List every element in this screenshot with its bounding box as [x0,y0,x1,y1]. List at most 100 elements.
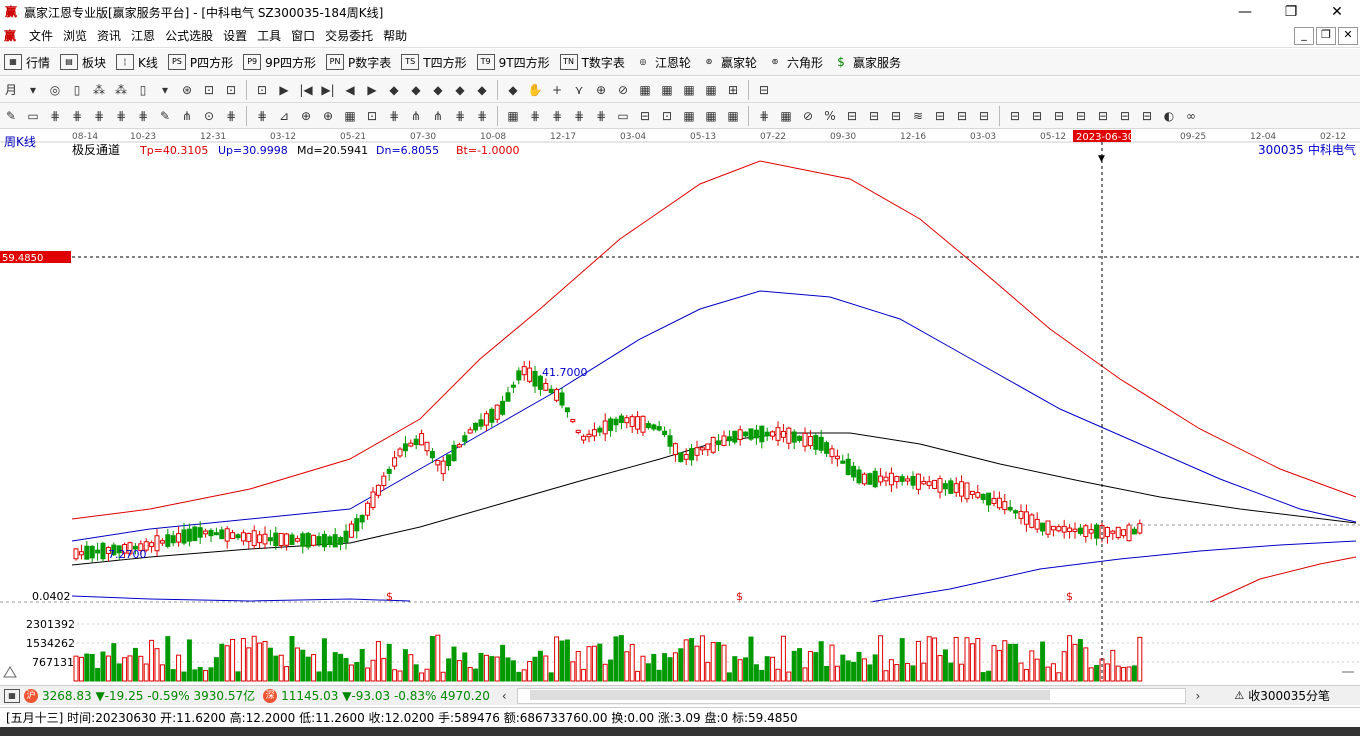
toolbar2-tool-48-icon[interactable]: ⊟ [1093,106,1113,126]
toolbar2-tool-20-icon[interactable]: ⋕ [450,106,470,126]
toolbar2-tool-44-icon[interactable]: ⊟ [1005,106,1025,126]
toolbar1-tool-8-icon[interactable]: ⊛ [177,80,197,100]
toolbar2-tool-50-icon[interactable]: ⊟ [1137,106,1157,126]
nav-t-square[interactable]: TS T四方形 [397,54,472,71]
toolbar2-tool-28-icon[interactable]: ⊟ [635,106,655,126]
toolbar2-tool-30-icon[interactable]: ▦ [679,106,699,126]
toolbar2-tool-16-icon[interactable]: ⊡ [362,106,382,126]
toolbar2-tool-23-icon[interactable]: ⋕ [525,106,545,126]
toolbar2-tool-1-icon[interactable]: ▭ [23,106,43,126]
toolbar1-tool-19-icon[interactable]: ◆ [428,80,448,100]
toolbar2-tool-26-icon[interactable]: ⋕ [591,106,611,126]
toolbar1-tool-26-icon[interactable]: ⊕ [591,80,611,100]
nav-hexagon[interactable]: ⊚ 六角形 [763,54,829,71]
mdi-close-icon[interactable]: ✕ [1338,26,1358,45]
toolbar2-tool-33-icon[interactable]: ⋕ [754,106,774,126]
toolbar2-tool-21-icon[interactable]: ⋕ [472,106,492,126]
toolbar2-tool-40-icon[interactable]: ≋ [908,106,928,126]
scroll-left-icon[interactable]: ‹ [498,689,511,703]
restore-icon[interactable]: ❐ [1268,0,1314,24]
toolbar2-tool-49-icon[interactable]: ⊟ [1115,106,1135,126]
menu-file[interactable]: 文件 [24,27,58,44]
toolbar2-tool-4-icon[interactable]: ⋕ [89,106,109,126]
toolbar2-tool-46-icon[interactable]: ⊟ [1049,106,1069,126]
toolbar1-tool-21-icon[interactable]: ◆ [472,80,492,100]
toolbar1-tool-13-icon[interactable]: |◀ [296,80,316,100]
menu-help[interactable]: 帮助 [378,27,412,44]
toolbar1-tool-12-icon[interactable]: ▶ [274,80,294,100]
toolbar1-tool-22-icon[interactable]: ◆ [503,80,523,100]
toolbar2-tool-12-icon[interactable]: ⊿ [274,106,294,126]
toolbar2-tool-42-icon[interactable]: ⊟ [952,106,972,126]
toolbar2-tool-15-icon[interactable]: ▦ [340,106,360,126]
toolbar2-tool-45-icon[interactable]: ⊟ [1027,106,1047,126]
menu-trade[interactable]: 交易委托 [320,27,378,44]
toolbar2-tool-9-icon[interactable]: ⊙ [199,106,219,126]
toolbar1-tool-6-icon[interactable]: ▯ [133,80,153,100]
sh-index[interactable]: 沪 3268.83 ▼-19.25 -0.59% 3930.57亿 [24,687,255,704]
nav-p-square[interactable]: PS P四方形 [164,54,239,71]
tick-label[interactable]: 收300035分笔 [1248,687,1330,704]
toolbar1-tool-31-icon[interactable]: ▦ [701,80,721,100]
toolbar1-tool-16-icon[interactable]: ▶ [362,80,382,100]
nav-winner-wheel[interactable]: ⊛ 赢家轮 [697,54,763,71]
toolbar2-tool-25-icon[interactable]: ⋕ [569,106,589,126]
menu-settings[interactable]: 设置 [218,27,252,44]
toolbar2-tool-3-icon[interactable]: ⋕ [67,106,87,126]
toolbar2-tool-52-icon[interactable]: ∞ [1181,106,1201,126]
menu-gann[interactable]: 江恩 [126,27,160,44]
toolbar1-tool-25-icon[interactable]: ⋎ [569,80,589,100]
toolbar2-tool-19-icon[interactable]: ⋔ [428,106,448,126]
toolbar1-tool-0-icon[interactable]: 月 [1,80,21,100]
toolbar1-tool-14-icon[interactable]: ▶| [318,80,338,100]
toolbar1-tool-9-icon[interactable]: ⊡ [199,80,219,100]
toolbar2-tool-6-icon[interactable]: ⋕ [133,106,153,126]
toolbar1-tool-32-icon[interactable]: ⊞ [723,80,743,100]
menu-browse[interactable]: 浏览 [58,27,92,44]
toolbar2-tool-10-icon[interactable]: ⋕ [221,106,241,126]
menu-window[interactable]: 窗口 [286,27,320,44]
nav-winner-service[interactable]: $ 赢家服务 [829,54,907,71]
toolbar2-tool-0-icon[interactable]: ✎ [1,106,21,126]
toolbar1-tool-28-icon[interactable]: ▦ [635,80,655,100]
nav-kline[interactable]: ¦ K线 [112,54,164,71]
toolbar2-tool-14-icon[interactable]: ⊕ [318,106,338,126]
toolbar2-tool-39-icon[interactable]: ⊟ [886,106,906,126]
toolbar1-tool-24-icon[interactable]: + [547,80,567,100]
toolbar2-tool-51-icon[interactable]: ◐ [1159,106,1179,126]
toolbar1-tool-27-icon[interactable]: ⊘ [613,80,633,100]
toolbar2-tool-22-icon[interactable]: ▦ [503,106,523,126]
toolbar2-tool-34-icon[interactable]: ▦ [776,106,796,126]
minimize-icon[interactable]: — [1222,0,1268,24]
toolbar2-tool-38-icon[interactable]: ⊟ [864,106,884,126]
nav-quotes[interactable]: ▦ 行情 [0,54,56,71]
toolbar1-tool-5-icon[interactable]: ⁂ [111,80,131,100]
toolbar1-tool-33-icon[interactable]: ⊟ [754,80,774,100]
menu-info[interactable]: 资讯 [92,27,126,44]
toolbar1-tool-15-icon[interactable]: ◀ [340,80,360,100]
toolbar1-tool-2-icon[interactable]: ◎ [45,80,65,100]
toolbar1-tool-1-icon[interactable]: ▾ [23,80,43,100]
toolbar2-tool-11-icon[interactable]: ⋕ [252,106,272,126]
toolbar2-tool-2-icon[interactable]: ⋕ [45,106,65,126]
nav-gann-wheel[interactable]: ◎ 江恩轮 [631,54,697,71]
toolbar1-tool-3-icon[interactable]: ▯ [67,80,87,100]
toolbar1-tool-29-icon[interactable]: ▦ [657,80,677,100]
toolbar2-tool-13-icon[interactable]: ⊕ [296,106,316,126]
nav-sectors[interactable]: ▤ 板块 [56,54,112,71]
nav-9p-square[interactable]: P9 9P四方形 [239,54,322,71]
toolbar2-tool-37-icon[interactable]: ⊟ [842,106,862,126]
mdi-restore-icon[interactable]: ❐ [1316,26,1336,45]
toolbar1-tool-23-icon[interactable]: ✋ [525,80,545,100]
toolbar2-tool-5-icon[interactable]: ⋕ [111,106,131,126]
mdi-minimize-icon[interactable]: _ [1294,26,1314,45]
toolbar2-tool-7-icon[interactable]: ✎ [155,106,175,126]
kline-chart[interactable]: 周K线 08-14 10-23 12-31 03-12 05-21 07-30 10-08 1… [0,129,1360,682]
toolbar2-tool-47-icon[interactable]: ⊟ [1071,106,1091,126]
toolbar1-tool-20-icon[interactable]: ◆ [450,80,470,100]
toolbar2-tool-32-icon[interactable]: ▦ [723,106,743,126]
toolbar2-tool-24-icon[interactable]: ⋕ [547,106,567,126]
toolbar2-tool-8-icon[interactable]: ⋔ [177,106,197,126]
toolbar2-tool-27-icon[interactable]: ▭ [613,106,633,126]
toolbar2-tool-36-icon[interactable]: % [820,106,840,126]
